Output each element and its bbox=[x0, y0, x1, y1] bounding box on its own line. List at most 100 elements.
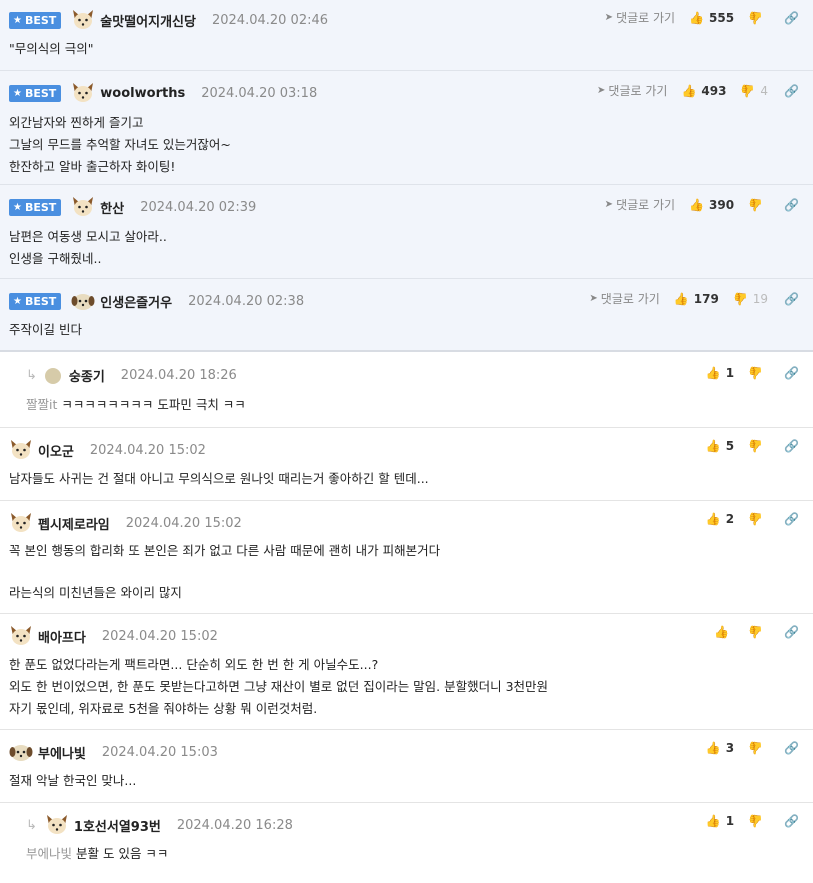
comment-text: ㅋㅋㅋㅋㅋㅋㅋㅋ 도파민 극치 ㅋㅋ bbox=[61, 397, 246, 412]
comment-body: 부에나빛 분활 도 있음 ㅋㅋ bbox=[26, 843, 793, 865]
like-button[interactable]: 👍 bbox=[714, 625, 734, 639]
link-icon[interactable]: 🔗 bbox=[784, 512, 799, 526]
thumbs-down-icon: 👍 bbox=[748, 512, 764, 526]
thumbs-up-icon: 👍 bbox=[705, 741, 721, 755]
avatar-dog-icon[interactable] bbox=[71, 290, 95, 312]
comment: 배아프다 2024.04.20 15:02 👍 👍 🔗 한 푼도 없었다라는게 … bbox=[0, 614, 813, 730]
best-comment: ★ BEST 인생은즐거우 2024.04.20 02:38 ➤ 댓글로 가기 👍 1… bbox=[0, 279, 813, 352]
mention-tag[interactable]: 짤짤it bbox=[26, 397, 57, 412]
like-button[interactable]: 👍 5 bbox=[706, 439, 734, 453]
avatar-fox-icon[interactable] bbox=[9, 625, 33, 647]
link-icon[interactable]: 🔗 bbox=[784, 292, 799, 306]
comment: 이오군 2024.04.20 15:02 👍 5 👍 🔗 남자들도 사귀는 건 절… bbox=[0, 428, 813, 501]
dislike-button[interactable]: 👍 bbox=[748, 512, 768, 526]
best-comment: ★ BEST 한산 2024.04.20 02:39 ➤ 댓글로 가기 👍 390 👍… bbox=[0, 185, 813, 279]
like-button[interactable]: 👍 390 bbox=[689, 198, 734, 212]
avatar-fox-icon[interactable] bbox=[71, 9, 95, 31]
thumbs-down-icon: 👍 bbox=[748, 439, 764, 453]
author-nickname[interactable]: 인생은즐거우 bbox=[100, 292, 172, 311]
avatar-fox-icon[interactable] bbox=[9, 439, 33, 461]
like-button[interactable]: 👍 1 bbox=[706, 366, 734, 380]
link-icon[interactable]: 🔗 bbox=[784, 814, 799, 828]
like-button[interactable]: 👍 3 bbox=[706, 741, 734, 755]
best-badge: ★ BEST bbox=[9, 198, 62, 216]
comment: 펩시제로라임 2024.04.20 15:02 👍 2 👍 🔗 꼭 본인 행동의 … bbox=[0, 501, 813, 614]
thumbs-down-icon: 👍 bbox=[748, 366, 764, 380]
comment-text: 외간남자와 찐하게 즐기고 그날의 무드를 추억할 자녀도 있는거잖어~ 한잔하… bbox=[9, 115, 231, 174]
like-button[interactable]: 👍 493 bbox=[681, 84, 726, 98]
thumbs-up-icon: 👍 bbox=[689, 197, 705, 212]
comment-text: "무의식의 극의" bbox=[9, 41, 94, 56]
like-button[interactable]: 👍 2 bbox=[706, 512, 734, 526]
author-nickname[interactable]: 숭종기 bbox=[69, 366, 105, 385]
goto-comment-link[interactable]: ➤ 댓글로 가기 bbox=[597, 82, 667, 99]
avatar-fox-icon[interactable] bbox=[45, 814, 69, 836]
link-icon[interactable]: 🔗 bbox=[784, 625, 799, 639]
avatar-dog-icon[interactable] bbox=[9, 741, 33, 763]
author-nickname[interactable]: 1호선서열93번 bbox=[74, 816, 161, 835]
goto-comment-link[interactable]: ➤ 댓글로 가기 bbox=[605, 9, 675, 26]
avatar-default-icon[interactable] bbox=[44, 367, 61, 384]
like-button[interactable]: 👍 179 bbox=[674, 292, 719, 306]
comment-text: 한 푼도 없었다라는게 팩트라면... 단순히 외도 한 번 한 게 아닐수도.… bbox=[9, 657, 549, 716]
avatar-fox-icon[interactable] bbox=[9, 512, 33, 534]
avatar-fox-icon[interactable] bbox=[71, 82, 95, 104]
comment-list: ★ BEST 술맛떨어지개신당 2024.04.20 02:46 ➤ 댓글로 가기 … bbox=[0, 0, 813, 883]
star-icon: ★ bbox=[13, 14, 22, 26]
author-nickname[interactable]: 배아프다 bbox=[38, 627, 86, 646]
best-comment: ★ BEST woolworths 2024.04.20 03:18 ➤ 댓글로 가… bbox=[0, 71, 813, 185]
dislike-button[interactable]: 👍 4 bbox=[740, 84, 768, 98]
best-badge: ★ BEST bbox=[9, 84, 62, 102]
dislike-button[interactable]: 👍 bbox=[748, 625, 768, 639]
thumbs-down-icon: 👍 bbox=[748, 741, 764, 755]
comment: 부에나빛 2024.04.20 15:03 👍 3 👍 🔗 절재 악날 한국인 맞… bbox=[0, 730, 813, 803]
mention-tag[interactable]: 부에나빛 bbox=[26, 846, 72, 861]
author-nickname[interactable]: 술맛떨어지개신당 bbox=[100, 11, 196, 30]
link-icon[interactable]: 🔗 bbox=[784, 741, 799, 755]
link-icon[interactable]: 🔗 bbox=[784, 84, 799, 98]
send-icon: ➤ bbox=[589, 293, 598, 304]
dislike-button[interactable]: 👍 bbox=[748, 366, 768, 380]
comment-text: 절재 악날 한국인 맞나... bbox=[9, 773, 137, 788]
link-icon[interactable]: 🔗 bbox=[784, 198, 799, 212]
comment-date: 2024.04.20 02:46 bbox=[211, 12, 329, 28]
send-icon: ➤ bbox=[604, 12, 614, 23]
thumbs-down-icon: 👍 bbox=[748, 10, 764, 25]
comment-text: 꼭 본인 행동의 합리화 또 본인은 죄가 없고 다른 사람 때문에 괜히 내가… bbox=[9, 543, 441, 600]
comment-text: 분활 도 있음 ㅋㅋ bbox=[76, 846, 169, 861]
link-icon[interactable]: 🔗 bbox=[784, 11, 799, 25]
dislike-button[interactable]: 👍 bbox=[748, 741, 768, 755]
best-comment: ★ BEST 술맛떨어지개신당 2024.04.20 02:46 ➤ 댓글로 가기 … bbox=[0, 0, 813, 71]
send-icon: ➤ bbox=[597, 85, 606, 96]
author-nickname[interactable]: 펩시제로라임 bbox=[38, 514, 110, 533]
goto-comment-link[interactable]: ➤ 댓글로 가기 bbox=[605, 196, 675, 213]
goto-comment-link[interactable]: ➤ 댓글로 가기 bbox=[589, 290, 659, 307]
thumbs-up-icon: 👍 bbox=[689, 10, 705, 25]
thumbs-up-icon: 👍 bbox=[673, 291, 689, 306]
best-badge: ★ BEST bbox=[9, 292, 62, 310]
dislike-button[interactable]: 👍 bbox=[748, 439, 768, 453]
comment-date: 2024.04.20 15:02 bbox=[89, 442, 206, 458]
link-icon[interactable]: 🔗 bbox=[784, 439, 799, 453]
comment-date: 2024.04.20 03:18 bbox=[201, 85, 318, 101]
like-button[interactable]: 👍 1 bbox=[706, 814, 734, 828]
thumbs-up-icon: 👍 bbox=[705, 512, 721, 526]
thumbs-down-icon: 👍 bbox=[732, 291, 748, 306]
author-nickname[interactable]: 부에나빛 bbox=[38, 743, 86, 762]
thumbs-down-icon: 👍 bbox=[748, 814, 764, 828]
thumbs-up-icon: 👍 bbox=[705, 814, 721, 828]
best-badge: ★ BEST bbox=[9, 11, 62, 29]
avatar-fox-icon[interactable] bbox=[71, 196, 95, 218]
dislike-button[interactable]: 👍 bbox=[748, 814, 768, 828]
link-icon[interactable]: 🔗 bbox=[784, 366, 799, 380]
comment-date: 2024.04.20 18:26 bbox=[120, 368, 237, 383]
author-nickname[interactable]: 한산 bbox=[100, 198, 124, 217]
dislike-button[interactable]: 👍 bbox=[748, 198, 768, 212]
dislike-button[interactable]: 👍 19 bbox=[733, 292, 768, 306]
thumbs-down-icon: 👍 bbox=[748, 625, 764, 639]
author-nickname[interactable]: 이오군 bbox=[38, 441, 74, 460]
like-button[interactable]: 👍 555 bbox=[689, 11, 734, 25]
author-nickname[interactable]: woolworths bbox=[100, 86, 185, 101]
dislike-button[interactable]: 👍 bbox=[748, 11, 768, 25]
thumbs-up-icon: 👍 bbox=[705, 439, 721, 453]
